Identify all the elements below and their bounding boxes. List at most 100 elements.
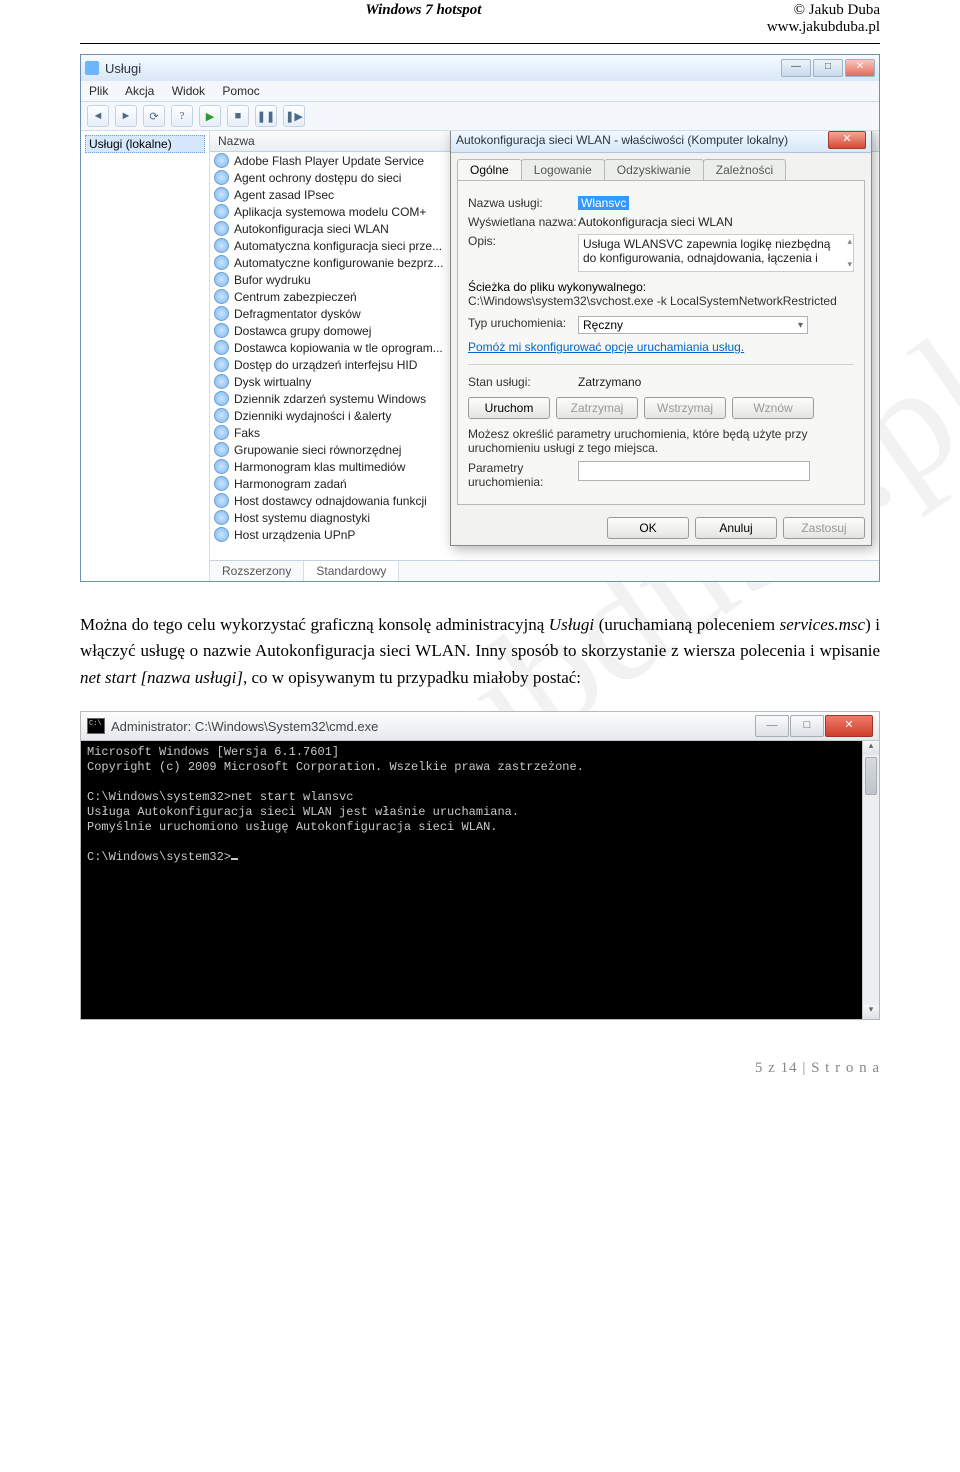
- menu-file[interactable]: Plik: [89, 84, 108, 98]
- gear-icon: [214, 425, 229, 440]
- services-title: Usługi: [105, 61, 781, 76]
- service-name: Adobe Flash Player Update Service: [234, 154, 424, 168]
- tab-logon[interactable]: Logowanie: [521, 159, 605, 180]
- help-link[interactable]: Pomóż mi skonfigurować opcje uruchamiani…: [468, 340, 744, 354]
- service-name: Autokonfiguracja sieci WLAN: [234, 222, 389, 236]
- label-service-name: Nazwa usługi:: [468, 196, 578, 210]
- cmd-close-button[interactable]: ✕: [825, 715, 873, 737]
- dialog-close-icon[interactable]: ✕: [828, 131, 866, 149]
- menu-action[interactable]: Akcja: [125, 84, 154, 98]
- resume-button: Wznów: [732, 397, 814, 419]
- gear-icon: [214, 221, 229, 236]
- doc-title: Windows 7 hotspot: [80, 2, 767, 36]
- cmd-scrollbar[interactable]: ▴ ▾: [862, 741, 879, 1019]
- tab-extended[interactable]: Rozszerzony: [210, 561, 304, 581]
- service-name: Faks: [234, 426, 260, 440]
- service-name: Defragmentator dysków: [234, 307, 361, 321]
- service-name: Agent ochrony dostępu do sieci: [234, 171, 401, 185]
- service-name: Agent zasad IPsec: [234, 188, 334, 202]
- label-exe-path: Ścieżka do pliku wykonywalnego:: [468, 280, 854, 294]
- service-name: Dostawca grupy domowej: [234, 324, 371, 338]
- value-service-name: Wlansvc: [578, 196, 629, 210]
- refresh-icon[interactable]: ⟳: [143, 105, 165, 127]
- params-field[interactable]: [578, 461, 810, 481]
- services-icon: [85, 61, 99, 75]
- service-name: Host dostawcy odnajdowania funkcji: [234, 494, 427, 508]
- cmd-output: Microsoft Windows [Wersja 6.1.7601] Copy…: [81, 741, 879, 1019]
- cancel-button[interactable]: Anuluj: [695, 517, 777, 539]
- author-line: © Jakub Duba: [767, 2, 880, 19]
- service-name: Dziennik zdarzeń systemu Windows: [234, 392, 426, 406]
- gear-icon: [214, 408, 229, 423]
- services-list: Nazwa Adobe Flash Player Update Service A…: [210, 131, 879, 581]
- scroll-down-icon[interactable]: ▾: [863, 1005, 879, 1019]
- gear-icon: [214, 272, 229, 287]
- label-params: Parametry uruchomienia:: [468, 461, 578, 489]
- service-name: Grupowanie sieci równorzędnej: [234, 443, 401, 457]
- services-window: Usługi — □ ✕ Plik Akcja Widok Pomoc ◄ ► …: [80, 54, 880, 582]
- params-hint: Możesz określić parametry uruchomienia, …: [468, 427, 854, 455]
- tab-standard[interactable]: Standardowy: [304, 561, 399, 581]
- cmd-window: Administrator: C:\Windows\System32\cmd.e…: [80, 711, 880, 1020]
- gear-icon: [214, 459, 229, 474]
- value-description: Usługa WLANSVC zapewnia logikę niezbędną…: [578, 234, 854, 272]
- service-name: Dostęp do urządzeń interfejsu HID: [234, 358, 417, 372]
- gear-icon: [214, 204, 229, 219]
- stop-icon[interactable]: ■: [227, 105, 249, 127]
- cmd-minimize-button[interactable]: —: [755, 715, 789, 737]
- window-buttons: — □ ✕: [781, 59, 875, 77]
- minimize-button[interactable]: —: [781, 59, 811, 77]
- cmd-title: Administrator: C:\Windows\System32\cmd.e…: [111, 719, 755, 734]
- play-icon[interactable]: ▶: [199, 105, 221, 127]
- gear-icon: [214, 187, 229, 202]
- service-name: Dysk wirtualny: [234, 375, 311, 389]
- value-exe-path: C:\Windows\system32\svchost.exe -k Local…: [468, 294, 854, 308]
- start-button[interactable]: Uruchom: [468, 397, 550, 419]
- gear-icon: [214, 493, 229, 508]
- gear-icon: [214, 238, 229, 253]
- menu-view[interactable]: Widok: [172, 84, 205, 98]
- dialog-tabs: Ogólne Logowanie Odzyskiwanie Zależności: [457, 159, 865, 180]
- gear-icon: [214, 527, 229, 542]
- menu-help[interactable]: Pomoc: [222, 84, 259, 98]
- service-name: Dzienniki wydajności i &alerty: [234, 409, 391, 423]
- col-name[interactable]: Nazwa: [210, 131, 457, 151]
- restart-icon[interactable]: ❚▶: [283, 105, 305, 127]
- services-titlebar: Usługi — □ ✕: [81, 55, 879, 81]
- gear-icon: [214, 289, 229, 304]
- service-name: Automatyczna konfiguracja sieci prze...: [234, 239, 442, 253]
- service-name: Automatyczne konfigurowanie bezprz...: [234, 256, 443, 270]
- service-name: Centrum zabezpieczeń: [234, 290, 357, 304]
- tab-recovery[interactable]: Odzyskiwanie: [604, 159, 704, 180]
- tree-pane: Usługi (lokalne): [81, 131, 210, 581]
- apply-button: Zastosuj: [783, 517, 865, 539]
- maximize-button[interactable]: □: [813, 59, 843, 77]
- tab-deps[interactable]: Zależności: [703, 159, 786, 180]
- gear-icon: [214, 170, 229, 185]
- pause-icon[interactable]: ❚❚: [255, 105, 277, 127]
- gear-icon: [214, 476, 229, 491]
- tab-general[interactable]: Ogólne: [457, 159, 522, 180]
- gear-icon: [214, 442, 229, 457]
- gear-icon: [214, 255, 229, 270]
- help-icon[interactable]: ?: [171, 105, 193, 127]
- site-line: www.jakubduba.pl: [767, 19, 880, 36]
- pause-button: Wstrzymaj: [644, 397, 726, 419]
- properties-dialog: Autokonfiguracja sieci WLAN - właściwośc…: [450, 131, 872, 546]
- gear-icon: [214, 340, 229, 355]
- gear-icon: [214, 357, 229, 372]
- service-name: Harmonogram zadań: [234, 477, 347, 491]
- close-button[interactable]: ✕: [845, 59, 875, 77]
- menubar: Plik Akcja Widok Pomoc: [81, 81, 879, 102]
- scroll-thumb[interactable]: [865, 757, 877, 795]
- nav-back-icon[interactable]: ◄: [87, 105, 109, 127]
- ok-button[interactable]: OK: [607, 517, 689, 539]
- label-display-name: Wyświetlana nazwa:: [468, 215, 578, 229]
- service-name: Aplikacja systemowa modelu COM+: [234, 205, 426, 219]
- cmd-maximize-button[interactable]: □: [790, 715, 824, 737]
- scroll-up-icon[interactable]: ▴: [863, 741, 879, 755]
- startup-type-combo[interactable]: Ręczny: [578, 316, 808, 334]
- tree-root[interactable]: Usługi (lokalne): [85, 135, 205, 153]
- header-rule: [80, 43, 880, 44]
- nav-fwd-icon[interactable]: ►: [115, 105, 137, 127]
